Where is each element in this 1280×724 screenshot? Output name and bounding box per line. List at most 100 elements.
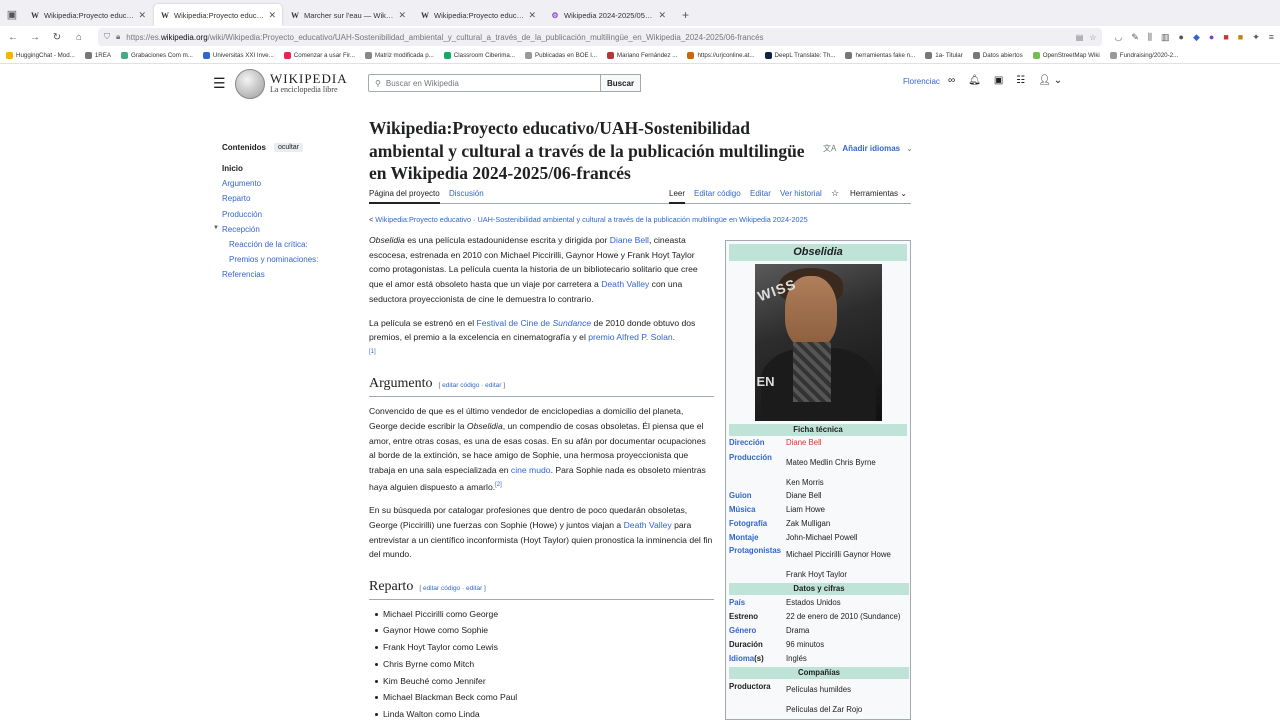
add-languages-button[interactable]: 文A Añadir idiomas ⌄ [823,143,913,154]
edit-link[interactable]: editar [466,585,482,592]
toc-item-referencias[interactable]: Referencias [222,270,352,285]
tab-discussion[interactable]: Discusión [449,189,484,198]
close-tab-icon[interactable]: ✕ [268,10,276,21]
tab-overview-icon[interactable]: ▣ [0,2,24,26]
close-tab-icon[interactable]: ✕ [138,10,146,21]
pocket-icon[interactable]: ◡ [1114,32,1122,43]
main-menu-icon[interactable]: ☰ [213,75,226,92]
search-input[interactable]: ⚲ Buscar en Wikipedia [368,74,601,92]
address-bar[interactable]: ⛉ 🔒︎ https://es.wikipedia.org/wiki/Wikip… [98,28,1103,46]
row-label[interactable]: Música [729,505,755,514]
user-menu-icon[interactable]: 👤︎ ⌄ [1038,75,1062,86]
row-label[interactable]: Protagonistas [729,546,781,555]
toc-item-reaccion-critica[interactable]: Reacción de la crítica: [222,240,352,255]
tab-read[interactable]: Leer [669,189,686,204]
toc-hide-button[interactable]: ocultar [274,143,304,152]
menu-icon[interactable]: ≡ [1269,32,1274,42]
row-label[interactable]: Producción [729,453,772,462]
browser-tab-3[interactable]: W Marcher sur l'eau — Wikipedia ✕ [284,4,412,26]
reader-view-icon[interactable]: ▤ [1076,33,1084,42]
link-death-valley[interactable]: Death Valley [601,279,649,289]
link-cine-mudo[interactable]: cine mudo [511,465,551,475]
reference-2[interactable]: [2] [495,482,502,488]
bookmark-item[interactable]: Publicadas en BOE l... [525,52,597,59]
toc-item-premios[interactable]: Premios y nominaciones: [222,255,352,270]
tab-project-page[interactable]: Página del proyecto [369,189,440,204]
watchlist-icon[interactable]: ☷ [1016,75,1025,86]
browser-tab-2-active[interactable]: W Wikipedia:Proyecto educativo/U ✕ [154,4,282,26]
tools-dropdown[interactable]: Herramientas ⌄ [850,189,907,198]
bookmark-item[interactable]: herramientas fake n... [845,52,915,59]
edit-code-link[interactable]: editar código [423,585,460,592]
bookmark-item[interactable]: HuggingChat - Mod... [6,52,75,59]
bookmark-item[interactable]: 1REA [84,52,111,59]
tab-edit-code[interactable]: Editar código [694,189,741,198]
link-death-valley[interactable]: Death Valley [624,520,672,530]
extension-yellow-icon[interactable]: ■ [1238,32,1243,42]
bookmark-item[interactable]: https://urjconline.at... [687,52,755,59]
bookmark-item[interactable]: Grabaciones Com m... [120,52,193,59]
bookmark-item[interactable]: Universitas XXI Inve... [202,52,274,59]
bookmark-item[interactable]: 1a- Titular [925,52,963,59]
new-tab-button[interactable]: + [674,4,697,26]
edit-link[interactable]: editar [485,382,501,389]
bookmark-item[interactable]: Classroom Ciberima... [443,52,515,59]
forward-arrow-icon[interactable]: → [28,30,42,44]
tracking-shield-icon[interactable]: ⛉ [104,32,110,42]
search-button[interactable]: Buscar [601,74,641,92]
tab-edit[interactable]: Editar [750,189,771,198]
browser-tab-5[interactable]: ⚙ Wikipedia 2024-2025/05-franc ✕ [544,4,672,26]
bookmark-item[interactable]: Matriz modificada p... [364,52,434,59]
extension-icon[interactable]: ✎ [1131,32,1139,43]
row-value[interactable]: Diane Bell [786,438,822,447]
close-tab-icon[interactable]: ✕ [398,10,406,21]
breadcrumb-link-project[interactable]: Wikipedia:Proyecto educativo [375,215,471,224]
reload-icon[interactable]: ↻ [50,30,64,44]
browser-tab-4[interactable]: W Wikipedia:Proyecto educativo/U ✕ [414,4,542,26]
tab-history[interactable]: Ver historial [780,189,822,198]
row-label[interactable]: País [729,598,745,607]
watchlist-glasses-icon[interactable]: ∞ [948,75,955,86]
idioma-link[interactable]: Idioma [729,654,754,663]
bookmark-item[interactable]: Fundraising/2020-2... [1109,52,1178,59]
row-label[interactable]: Género [729,626,756,635]
toc-item-inicio[interactable]: Inicio [222,164,352,179]
library-icon[interactable]: ⫼ [1148,32,1152,43]
close-tab-icon[interactable]: ✕ [528,10,536,21]
bookmark-item[interactable]: Datos abiertos [972,52,1023,59]
notifications-bell-icon[interactable]: 🔔︎ [968,75,981,86]
home-icon[interactable]: ⌂ [72,30,86,44]
row-label[interactable]: Dirección [729,438,765,447]
lock-icon[interactable]: 🔒︎ [116,32,120,42]
extensions-puzzle-icon[interactable]: ✦ [1252,32,1260,43]
bookmark-item[interactable]: Mariano Fernández ... [606,52,677,59]
toc-item-recepcion[interactable]: ▼ Recepción [213,225,352,240]
wikipedia-globe-logo-icon[interactable] [235,69,265,99]
link-alfred-p-solan[interactable]: premio Alfred P. Solan [588,332,672,342]
chevron-down-icon[interactable]: ▼ [213,225,219,231]
extension-blue-icon[interactable]: ◆ [1193,32,1200,43]
bookmark-item[interactable]: OpenStreetMap Wiki [1032,52,1100,59]
extension-red-icon[interactable]: ■ [1223,32,1228,42]
bookmark-star-icon[interactable]: ☆ [1089,33,1096,42]
toc-item-produccion[interactable]: Producción [222,210,352,225]
watch-star-icon[interactable]: ☆ [831,188,839,199]
link-sundance-festival[interactable]: Festival de Cine de Sundance [477,318,592,328]
breadcrumb-link-uah[interactable]: UAH-Sostenibilidad ambiental y cultural … [478,215,808,224]
edit-code-link[interactable]: editar código [442,382,479,389]
row-label[interactable]: Montaje [729,533,758,542]
account-icon[interactable]: ● [1179,32,1184,42]
toc-item-reparto[interactable]: Reparto [222,194,352,209]
messages-tray-icon[interactable]: ▣ [994,75,1003,86]
username-link[interactable]: Florenciac [903,77,940,86]
toc-item-argumento[interactable]: Argumento [222,179,352,194]
row-label[interactable]: Fotografía [729,519,767,528]
row-label[interactable]: Idioma(s) [729,654,764,663]
close-tab-icon[interactable]: ✕ [658,10,666,21]
reference-1[interactable]: [1] [369,349,376,355]
sidebar-icon[interactable]: ▥ [1161,32,1170,43]
browser-tab-1[interactable]: W Wikipedia:Proyecto educativo/U ✕ [24,4,152,26]
director-photo[interactable]: WISS EN [754,264,882,421]
extension-purple-icon[interactable]: ● [1209,32,1214,42]
bookmark-item[interactable]: Comenzar a usar Fir... [283,52,355,59]
